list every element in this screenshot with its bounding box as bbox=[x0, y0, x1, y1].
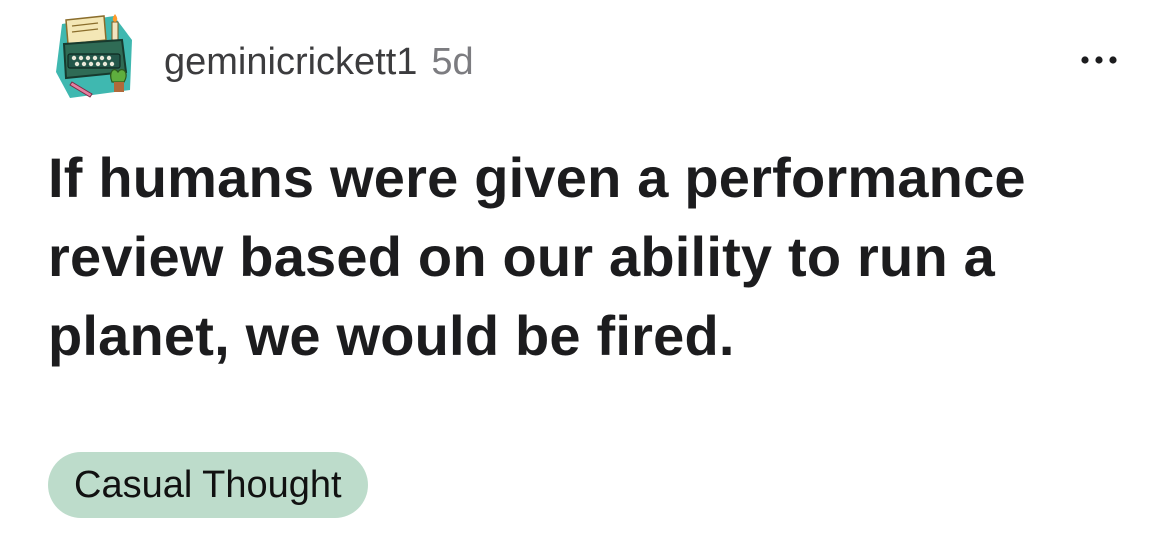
post-title[interactable]: If humans were given a performance revie… bbox=[48, 138, 1138, 375]
post-age: 5d bbox=[431, 41, 474, 83]
more-options-icon bbox=[1081, 56, 1117, 64]
more-options-button[interactable] bbox=[1066, 42, 1132, 78]
author-username[interactable]: geminicrickett1 bbox=[164, 38, 417, 86]
post-meta: geminicrickett1 5d bbox=[164, 38, 474, 86]
post-card: geminicrickett1 5d If humans were given … bbox=[0, 0, 1170, 536]
post-flair[interactable]: Casual Thought bbox=[48, 452, 368, 518]
typewriter-avatar-icon bbox=[56, 14, 132, 98]
user-avatar[interactable] bbox=[52, 10, 136, 100]
